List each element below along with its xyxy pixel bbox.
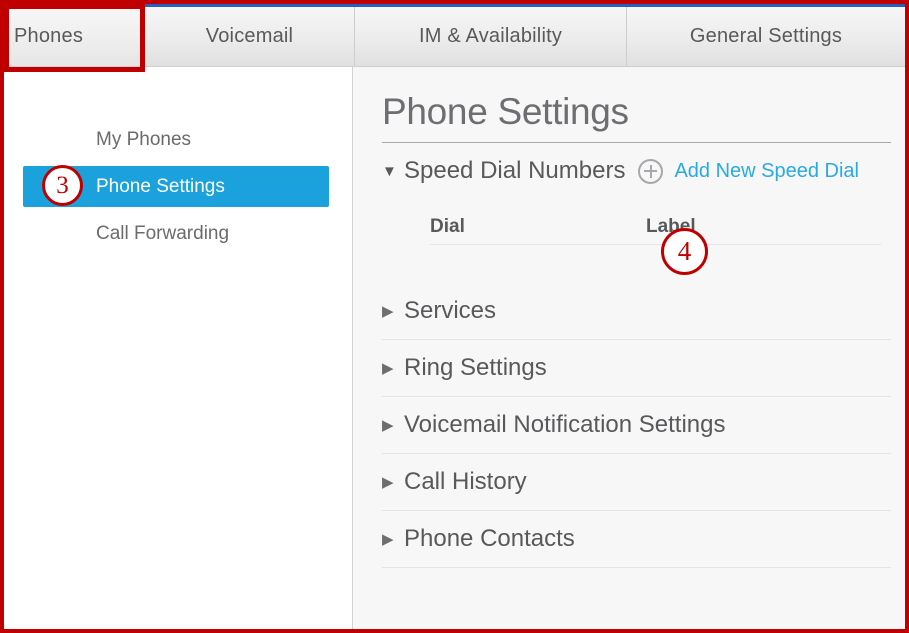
- speed-dial-table-header-row: Dial Label: [430, 199, 891, 244]
- tab-voicemail[interactable]: Voicemail: [145, 7, 355, 66]
- accordion-header-ring-settings[interactable]: ▶ Ring Settings: [382, 340, 891, 397]
- content-pane: Phone Settings ▼ Speed Dial Numbers Add …: [353, 67, 905, 629]
- chevron-right-icon: ▶: [382, 359, 394, 377]
- sidebar-item-phone-settings-label: Phone Settings: [96, 175, 225, 197]
- accordion-label-phone-contacts: Phone Contacts: [404, 525, 575, 552]
- sidebar-item-my-phones[interactable]: My Phones: [23, 119, 329, 160]
- accordion-label-call-history: Call History: [404, 468, 527, 495]
- chevron-down-icon: ▼: [382, 162, 397, 180]
- chevron-right-icon: ▶: [382, 302, 394, 320]
- main-tab-bar: Phones Voicemail IM & Availability Gener…: [4, 4, 905, 67]
- accordion-header-services[interactable]: ▶ Services: [382, 283, 891, 340]
- accordion-label-ring-settings: Ring Settings: [404, 354, 547, 381]
- annotation-badge-4: 4: [661, 228, 708, 275]
- accordion-header-speed-dial-numbers[interactable]: ▼ Speed Dial Numbers Add New Speed Dial: [382, 143, 891, 199]
- tab-phones-label: Phones: [14, 25, 84, 47]
- accordion-header-call-history[interactable]: ▶ Call History: [382, 454, 891, 511]
- sidebar-item-my-phones-label: My Phones: [96, 128, 192, 150]
- add-new-speed-dial-button[interactable]: Add New Speed Dial: [674, 160, 859, 183]
- tab-phones[interactable]: Phones: [4, 7, 145, 66]
- tab-voicemail-label: Voicemail: [205, 25, 294, 47]
- chevron-right-icon: ▶: [382, 530, 394, 548]
- tab-im-availability[interactable]: IM & Availability: [355, 7, 627, 66]
- application-window: Phones Voicemail IM & Availability Gener…: [0, 0, 909, 633]
- chevron-right-icon: ▶: [382, 473, 394, 491]
- accordion-header-voicemail-notification-settings[interactable]: ▶ Voicemail Notification Settings: [382, 397, 891, 454]
- tab-general-settings-label: General Settings: [689, 25, 843, 47]
- sidebar-navigation: My Phones Phone Settings Call Forwarding: [4, 67, 353, 629]
- plus-circle-icon[interactable]: [638, 158, 664, 184]
- chevron-right-icon: ▶: [382, 416, 394, 434]
- annotation-badge-3: 3: [42, 165, 83, 206]
- speed-dial-column-header-dial: Dial: [430, 216, 465, 237]
- body-area: My Phones Phone Settings Call Forwarding…: [4, 67, 905, 629]
- sidebar-item-call-forwarding-label: Call Forwarding: [96, 222, 230, 244]
- tab-general-settings[interactable]: General Settings: [627, 7, 905, 66]
- accordion-label-voicemail-notification-settings: Voicemail Notification Settings: [404, 411, 726, 438]
- annotation-badge-4-number: 4: [677, 236, 692, 266]
- sidebar-item-call-forwarding[interactable]: Call Forwarding: [23, 213, 329, 254]
- accordion-header-phone-contacts[interactable]: ▶ Phone Contacts: [382, 511, 891, 568]
- annotation-badge-3-number: 3: [56, 172, 69, 199]
- accordion-label-services: Services: [404, 297, 497, 324]
- accordion-label-speed-dial-numbers: Speed Dial Numbers: [404, 157, 626, 184]
- speed-dial-table: Dial Label: [382, 199, 891, 283]
- settings-accordion: ▼ Speed Dial Numbers Add New Speed Dial …: [382, 143, 891, 568]
- tab-im-availability-label: IM & Availability: [418, 25, 563, 47]
- page-title: Phone Settings: [382, 91, 629, 132]
